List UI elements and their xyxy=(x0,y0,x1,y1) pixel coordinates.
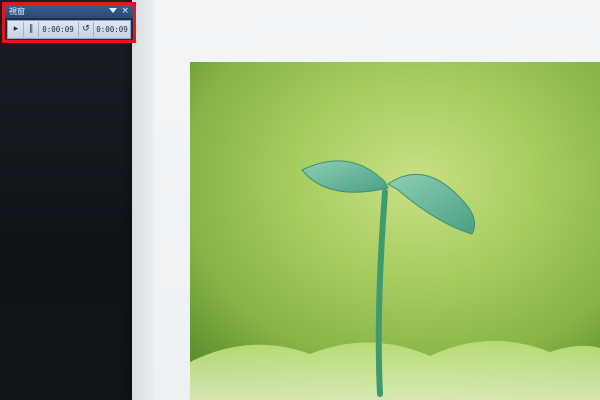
play-icon: ▸ xyxy=(13,24,19,34)
close-icon[interactable]: × xyxy=(121,5,129,18)
playback-toolbar: ▸ ∥ 0:00:09 ↺ 0:00:09 xyxy=(7,20,131,39)
elapsed-time-display: 0:00:09 xyxy=(39,22,77,37)
restart-button[interactable]: ↺ xyxy=(78,22,94,37)
total-time-value: 0:00:09 xyxy=(96,25,128,34)
elapsed-time-value: 0:00:09 xyxy=(42,25,74,34)
seedling-photo xyxy=(190,62,600,400)
restart-icon: ↺ xyxy=(82,24,90,34)
slide-edge xyxy=(132,0,154,400)
pause-button[interactable]: ∥ xyxy=(24,22,39,37)
panel-title-bar[interactable]: 視窗 × xyxy=(5,5,133,18)
panel-title: 視窗 xyxy=(9,7,25,16)
total-time-display: 0:00:09 xyxy=(93,22,131,37)
pause-icon: ∥ xyxy=(28,24,34,34)
desktop-screen: 視窗 × ▸ ∥ 0:00:09 ↺ 0:00:09 xyxy=(0,0,600,400)
play-button[interactable]: ▸ xyxy=(9,22,24,37)
dark-background-panel xyxy=(0,0,132,400)
slideshow-control-panel: 視窗 × ▸ ∥ 0:00:09 ↺ 0:00:09 xyxy=(2,2,136,43)
dropdown-triangle-icon[interactable] xyxy=(109,8,117,13)
seedling-illustration xyxy=(190,62,600,400)
